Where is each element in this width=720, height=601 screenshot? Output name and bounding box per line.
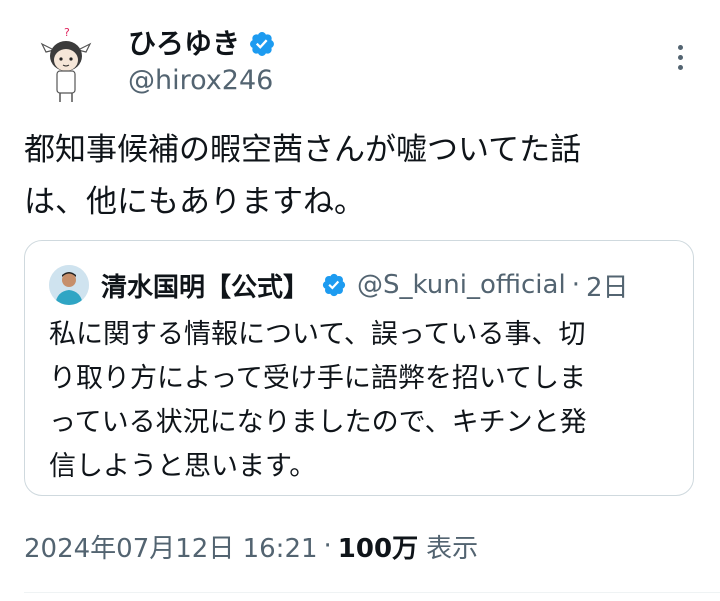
verified-badge-icon (250, 32, 274, 56)
quoted-timestamp[interactable]: 2日 (586, 267, 629, 304)
quoted-author-avatar[interactable] (49, 265, 89, 305)
more-dot (677, 44, 683, 50)
profile-photo-icon (49, 265, 89, 305)
views-count: 100万 (337, 533, 419, 564)
quoted-tweet-text: 私に関する情報について、誤っている事、切 り取り方によって受け手に語弊を招いてし… (49, 319, 587, 482)
svg-text:?: ? (64, 26, 70, 39)
more-dot (677, 54, 683, 60)
tweet-text: 都知事候補の暇空茜さんが嘘ついてた話 は、他にもありますね。 (24, 132, 582, 220)
author-name-row[interactable]: ひろゆき (128, 26, 276, 62)
quoted-author-name[interactable]: 清水国明【公式】 (101, 267, 309, 304)
tweet-timestamp[interactable]: 2024年07月12日 16:21 (24, 528, 318, 565)
divider (24, 592, 720, 593)
views-label: 表示 (426, 533, 479, 564)
quoted-author-handle[interactable]: @S_kuni_official (357, 270, 566, 300)
verified-badge-icon (322, 273, 346, 297)
meta-separator: · (323, 531, 332, 561)
quoted-separator: · (571, 270, 580, 300)
tweet-meta: 2024年07月12日 16:21 · 100万 表示 (24, 524, 478, 568)
author-avatar[interactable]: ? (24, 22, 108, 106)
author-display-name[interactable]: ひろゆき (128, 26, 240, 62)
quoted-tweet-header: 清水国明【公式】 @S_kuni_official · 2日 (49, 263, 629, 307)
cartoon-avatar-icon: ? (40, 26, 92, 102)
more-options-icon[interactable] (666, 40, 694, 74)
more-dot (677, 64, 683, 70)
quoted-tweet-card[interactable]: 清水国明【公式】 @S_kuni_official · 2日 私に関する情報につ… (24, 240, 694, 496)
author-handle[interactable]: @hirox246 (128, 64, 273, 98)
